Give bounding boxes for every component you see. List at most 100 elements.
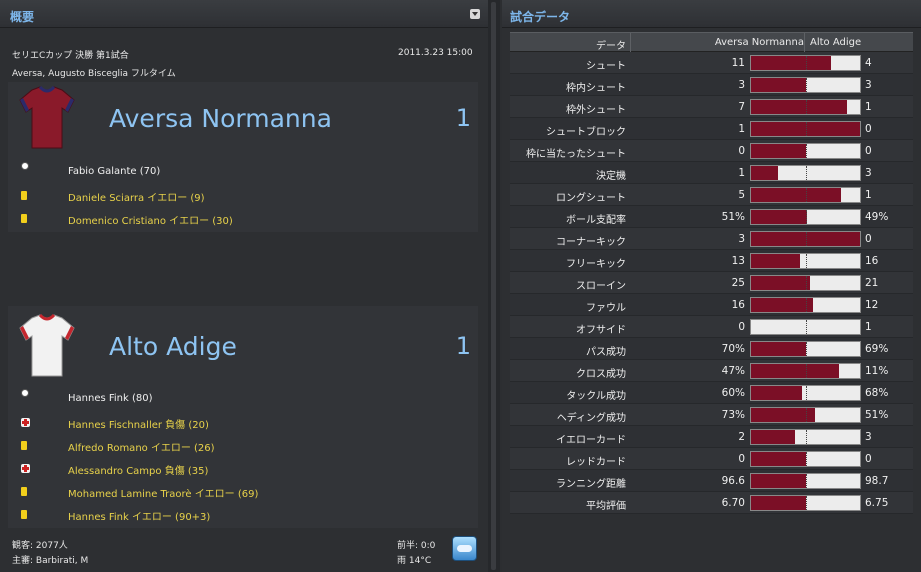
stat-label: ロングシュート	[556, 193, 626, 204]
column-header-home[interactable]: Aversa Normanna	[715, 37, 804, 48]
stat-home-value: 60%	[721, 387, 745, 399]
stat-home-value: 47%	[721, 365, 745, 377]
stat-bar-home-fill	[751, 144, 806, 158]
stat-home-value: 0	[738, 453, 745, 465]
home-event-goal[interactable]: Fabio Galante (70)	[21, 162, 160, 177]
stat-bar	[750, 55, 861, 71]
away-team-score: 1	[455, 332, 471, 360]
away-event-injury[interactable]: Alessandro Campo 負傷 (35)	[21, 462, 208, 477]
stats-panel: 試合データ データ Aversa Normanna Alto Adige シュー…	[502, 0, 921, 572]
stat-away-value: 11%	[865, 365, 889, 377]
stat-label: フリーキック	[566, 259, 626, 270]
away-event-injury[interactable]: Hannes Fischnaller 負傷 (20)	[21, 416, 209, 431]
stat-away-value: 51%	[865, 409, 889, 421]
stat-bar-home-fill	[751, 276, 810, 290]
scrollbar[interactable]	[491, 2, 496, 570]
away-team-block: Alto Adige 1 Hannes Fink (80) Hannes Fis…	[8, 306, 478, 528]
stat-bar-midline	[806, 100, 807, 114]
stat-bar-midline	[806, 474, 807, 488]
stat-bar-midline	[806, 276, 807, 290]
home-event-yellow[interactable]: Domenico Cristiano イエロー (30)	[21, 212, 233, 227]
stat-bar	[750, 165, 861, 181]
stat-away-value: 12	[865, 299, 879, 311]
stat-bar-home-fill	[751, 78, 806, 92]
stat-bar-midline	[806, 452, 807, 466]
stat-row: シュート 11 4	[510, 52, 913, 74]
stat-bar	[750, 473, 861, 489]
stat-home-value: 0	[738, 145, 745, 157]
dropdown-icon[interactable]	[470, 9, 480, 19]
stat-bar-midline	[806, 78, 807, 92]
stat-bar-midline	[806, 232, 807, 246]
stat-row: 枠内シュート 3 3	[510, 74, 913, 96]
stat-home-value: 13	[731, 255, 745, 267]
home-event-yellow[interactable]: Daniele Sciarra イエロー (9)	[21, 189, 205, 204]
away-event-yellow[interactable]: Hannes Fink イエロー (90+3)	[21, 508, 210, 523]
column-header-data[interactable]: データ	[510, 37, 626, 52]
stat-away-value: 16	[865, 255, 879, 267]
away-event-yellow[interactable]: Mohamed Lamine Traorè イエロー (69)	[21, 485, 258, 500]
home-team-name[interactable]: Aversa Normanna	[109, 104, 332, 133]
stat-row: ランニング距離 96.6 98.7	[510, 470, 913, 492]
home-shirt-icon[interactable]	[18, 86, 76, 150]
stat-bar	[750, 99, 861, 115]
stat-bar	[750, 385, 861, 401]
stat-bar-home-fill	[751, 430, 795, 444]
away-event-yellow[interactable]: Alfredo Romano イエロー (26)	[21, 439, 215, 454]
stat-away-value: 6.75	[865, 497, 889, 509]
referee[interactable]: 主審: Barbirati, M	[12, 553, 88, 566]
stat-bar-midline	[806, 210, 807, 224]
stat-away-value: 3	[865, 431, 872, 443]
stat-bar-home-fill	[751, 298, 814, 312]
rain-cloud-icon	[452, 536, 477, 561]
stat-bar	[750, 275, 861, 291]
stat-label: タックル成功	[566, 391, 626, 402]
away-team-name[interactable]: Alto Adige	[109, 332, 237, 361]
away-shirt-icon[interactable]	[18, 314, 76, 378]
stat-home-value: 5	[738, 189, 745, 201]
yellow-card-icon	[21, 191, 27, 200]
stats-title: 試合データ	[510, 10, 571, 24]
stat-away-value: 68%	[865, 387, 889, 399]
home-team-block: Aversa Normanna 1 Fabio Galante (70) Dan…	[8, 82, 478, 232]
yellow-card-icon	[21, 510, 27, 519]
stat-home-value: 3	[738, 233, 745, 245]
stat-away-value: 21	[865, 277, 879, 289]
stat-bar-home-fill	[751, 100, 847, 114]
stat-bar-midline	[806, 386, 807, 400]
stat-row: ヘディング成功 73% 51%	[510, 404, 913, 426]
stat-away-value: 1	[865, 189, 872, 201]
column-divider	[630, 33, 631, 52]
stat-bar	[750, 121, 861, 137]
away-event-goal[interactable]: Hannes Fink (80)	[21, 389, 153, 404]
stat-bar-midline	[806, 254, 807, 268]
column-header-away[interactable]: Alto Adige	[810, 37, 861, 48]
stats-rows: シュート 11 4 枠内シュート 3 3 枠外シュート 7 1 シュートブロック 1 0 枠に当たったシ…	[510, 52, 913, 514]
stat-home-value: 11	[731, 57, 745, 69]
yellow-card-icon	[21, 487, 27, 496]
stat-row: フリーキック 13 16	[510, 250, 913, 272]
stat-bar-midline	[806, 56, 807, 70]
stat-bar-midline	[806, 298, 807, 312]
stats-header: 試合データ	[502, 0, 921, 28]
stat-bar	[750, 341, 861, 357]
stat-bar-home-fill	[751, 452, 806, 466]
stat-bar-home-fill	[751, 496, 806, 510]
stat-label: パス成功	[586, 347, 626, 358]
summary-panel: 概要 セリエCカップ 決勝 第1試合 2011.3.23 15:00 Avers…	[0, 0, 488, 572]
stat-row: 決定機 1 3	[510, 162, 913, 184]
stat-row: 枠に当たったシュート 0 0	[510, 140, 913, 162]
stat-away-value: 4	[865, 57, 872, 69]
stat-bar-midline	[806, 342, 807, 356]
stat-label: スローイン	[576, 281, 626, 292]
yellow-card-icon	[21, 214, 27, 223]
stat-home-value: 25	[731, 277, 745, 289]
stat-away-value: 0	[865, 453, 872, 465]
stat-label: コーナーキック	[556, 237, 626, 248]
stat-label: ランニング距離	[556, 479, 626, 490]
yellow-card-icon	[21, 441, 27, 450]
stat-row: ボール支配率 51% 49%	[510, 206, 913, 228]
match-title: セリエCカップ 決勝 第1試合	[12, 51, 129, 61]
stat-row: クロス成功 47% 11%	[510, 360, 913, 382]
stat-row: スローイン 25 21	[510, 272, 913, 294]
